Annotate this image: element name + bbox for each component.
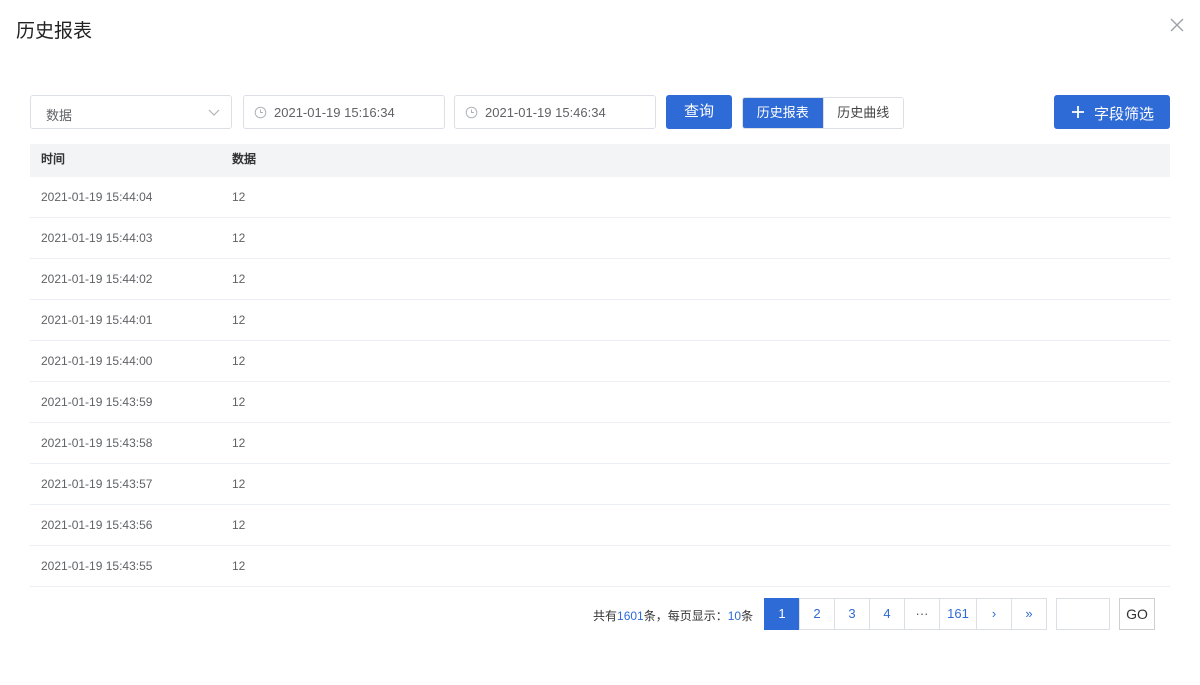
cell-data: 12 [232, 559, 246, 573]
close-icon [1170, 18, 1184, 32]
cell-time: 2021-01-19 15:44:04 [41, 190, 153, 204]
cell-time: 2021-01-19 15:43:57 [41, 477, 153, 491]
page-size-suffix: 条 [741, 609, 754, 623]
cell-time: 2021-01-19 15:44:00 [41, 354, 153, 368]
cell-time: 2021-01-19 15:43:58 [41, 436, 153, 450]
end-time-value: 2021-01-19 15:46:34 [485, 105, 606, 120]
end-time-picker[interactable]: 2021-01-19 15:46:34 [454, 95, 656, 129]
field-filter-button[interactable]: 字段筛选 [1054, 95, 1170, 129]
query-button[interactable]: 查询 [666, 95, 732, 129]
total-suffix: 条，每页显示： [643, 609, 728, 623]
cell-data: 12 [232, 436, 246, 450]
field-filter-label: 字段筛选 [1094, 106, 1155, 123]
cell-data: 12 [232, 313, 246, 327]
cell-time: 2021-01-19 15:43:59 [41, 395, 153, 409]
table-row: 2021-01-19 15:44:03 12 [30, 218, 1170, 259]
close-button[interactable] [1168, 16, 1186, 34]
cell-time: 2021-01-19 15:43:56 [41, 518, 153, 532]
tab-history-report[interactable]: 历史报表 [743, 98, 823, 128]
page-ellipsis[interactable]: ··· [904, 598, 940, 630]
field-select[interactable]: 数据 [30, 95, 232, 129]
total-count: 1601 [617, 609, 644, 623]
total-prefix: 共有 [593, 609, 618, 623]
last-page-button[interactable]: » [1011, 598, 1047, 630]
page-button-3[interactable]: 3 [834, 598, 870, 630]
cell-data: 12 [232, 395, 246, 409]
table-header: 时间 数据 [30, 144, 1170, 177]
cell-time: 2021-01-19 15:44:01 [41, 313, 153, 327]
pagination-summary: 共有1601条，每页显示：10条 [593, 607, 753, 624]
table-row: 2021-01-19 15:44:01 12 [30, 300, 1170, 341]
cell-data: 12 [232, 354, 246, 368]
chevron-down-icon [208, 109, 220, 116]
cell-data: 12 [232, 190, 246, 204]
page-button-2[interactable]: 2 [799, 598, 835, 630]
start-time-value: 2021-01-19 15:16:34 [274, 105, 395, 120]
clock-icon [465, 106, 478, 119]
table-row: 2021-01-19 15:43:57 12 [30, 464, 1170, 505]
table-row: 2021-01-19 15:44:04 12 [30, 177, 1170, 218]
go-button[interactable]: GO [1119, 598, 1155, 630]
history-table: 时间 数据 2021-01-19 15:44:04 12 2021-01-19 15… [30, 144, 1170, 587]
page-button-last-number[interactable]: 161 [939, 598, 977, 630]
cell-time: 2021-01-19 15:44:03 [41, 231, 153, 245]
next-page-button[interactable]: › [976, 598, 1012, 630]
field-select-value: 数据 [46, 108, 73, 123]
plus-icon [1072, 106, 1084, 118]
page-button-4[interactable]: 4 [869, 598, 905, 630]
column-header-data: 数据 [232, 152, 257, 166]
page-size: 10 [727, 609, 742, 623]
table-row: 2021-01-19 15:43:56 12 [30, 505, 1170, 546]
clock-icon [254, 106, 267, 119]
page-button-1[interactable]: 1 [764, 598, 800, 630]
table-row: 2021-01-19 15:43:55 12 [30, 546, 1170, 587]
column-header-time: 时间 [41, 152, 66, 166]
toolbar: 数据 2021-01-19 15:16:34 2021-01-19 15:46:… [30, 95, 1170, 129]
cell-data: 12 [232, 518, 246, 532]
page-title: 历史报表 [16, 21, 93, 42]
view-tabs: 历史报表 历史曲线 [742, 97, 904, 129]
table-row: 2021-01-19 15:43:59 12 [30, 382, 1170, 423]
cell-data: 12 [232, 272, 246, 286]
table-row: 2021-01-19 15:44:02 12 [30, 259, 1170, 300]
cell-data: 12 [232, 231, 246, 245]
tab-history-curve[interactable]: 历史曲线 [822, 98, 903, 128]
cell-time: 2021-01-19 15:43:55 [41, 559, 153, 573]
start-time-picker[interactable]: 2021-01-19 15:16:34 [243, 95, 445, 129]
cell-time: 2021-01-19 15:44:02 [41, 272, 153, 286]
goto-page-input[interactable] [1056, 598, 1110, 630]
cell-data: 12 [232, 477, 246, 491]
table-row: 2021-01-19 15:43:58 12 [30, 423, 1170, 464]
table-row: 2021-01-19 15:44:00 12 [30, 341, 1170, 382]
table-body: 2021-01-19 15:44:04 12 2021-01-19 15:44:03… [30, 177, 1170, 587]
